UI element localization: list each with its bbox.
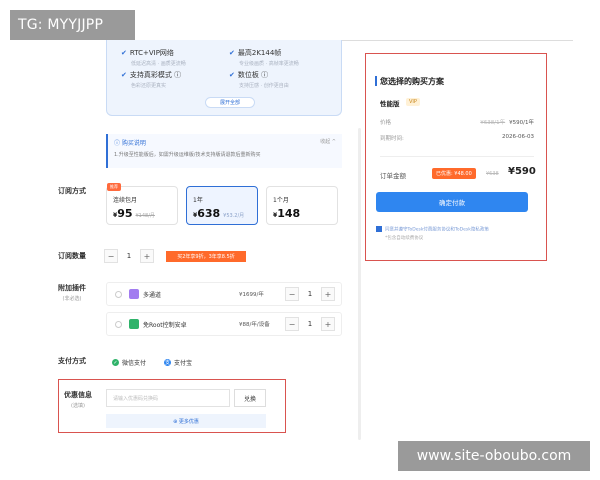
info-icon: ⓘ	[114, 140, 122, 147]
scrollbar[interactable]	[358, 128, 361, 440]
addons-label: 附加插件 (非必选)	[58, 284, 86, 302]
coupon-label: 优惠信息 (选填)	[64, 391, 92, 409]
addon-stepper: − 1 +	[285, 317, 335, 331]
addon-plus-button[interactable]: +	[321, 317, 335, 331]
total-label: 订单金额	[380, 172, 406, 180]
order-summary-panel: 您选择的购买方案 性能版 VIP 价格 ¥638/1年 ¥590/1年 到期时间:…	[365, 53, 547, 261]
agreement[interactable]: 同意并遵守ToDesk付费服务协议和ToDesk隐私政策 *包含自动续费协议	[376, 226, 532, 243]
expand-all-button[interactable]: 展开全部	[205, 97, 255, 108]
total-old-price: ¥638	[486, 171, 499, 177]
purchase-note: ⓘ 购买说明 1.升级至性能版后，如需升级运维版/技术支持版请退款后重新购买 收…	[106, 134, 342, 168]
total-price: ¥590	[508, 166, 536, 177]
payment-label: 支付方式	[58, 357, 86, 365]
pay-option-alipay[interactable]: 支支付宝	[164, 358, 192, 367]
saved-badge: 已优惠: ¥48.00	[432, 168, 476, 179]
coupon-input[interactable]: 请输入优惠码兑换码	[106, 389, 230, 407]
agreement-checkbox[interactable]	[376, 226, 382, 232]
watermark-top: TG: MYYJJPP	[10, 10, 135, 40]
plan-card-monthly[interactable]: 1个月 ¥148	[266, 186, 338, 225]
wechat-icon: ✓	[112, 359, 119, 366]
plan-card-yearly[interactable]: 1年 ¥638 ¥53.2/月	[186, 186, 258, 225]
redeem-button[interactable]: 兑换	[234, 389, 266, 407]
check-icon: ✔	[121, 49, 127, 57]
vip-badge: VIP	[406, 98, 420, 106]
quantity-stepper: − 1 +	[104, 249, 154, 263]
alipay-icon: 支	[164, 359, 171, 366]
addon-minus-button[interactable]: −	[285, 317, 299, 331]
discount-badge: 买2年享9折，3年享8.5折	[166, 251, 246, 262]
edition-name: 性能版	[380, 100, 400, 108]
subscription-label: 订阅方式	[58, 187, 86, 195]
confirm-pay-button[interactable]: 确定付款	[376, 192, 528, 212]
android-icon	[129, 319, 139, 329]
addon-minus-button[interactable]: −	[285, 287, 299, 301]
feature-item: ✔ 数位板 ⓘ 支持压感 · 创作更自由	[229, 71, 289, 89]
check-icon: ✔	[229, 71, 235, 79]
quantity-value[interactable]: 1	[118, 252, 140, 260]
collapse-button[interactable]: 收起 ^	[320, 138, 336, 145]
feature-item: ✔ 支持真彩模式 ⓘ 色彩还原更真实	[121, 71, 182, 89]
feature-item: ✔ 最高2K144帧 专业级画质 · 高帧率更流畅	[229, 49, 299, 67]
quantity-minus-button[interactable]: −	[104, 249, 118, 263]
addon-checkbox[interactable]	[115, 321, 122, 328]
recommend-badge: 推荐	[107, 183, 121, 191]
addon-row-android-control: 免Root控制安卓 ¥88/年/设备 − 1 +	[106, 312, 342, 336]
summary-title: 您选择的购买方案	[380, 77, 444, 86]
addon-stepper: − 1 +	[285, 287, 335, 301]
check-icon: ✔	[121, 71, 127, 79]
more-offers-button[interactable]: ⊕ 更多优惠	[106, 414, 266, 428]
expire-row: 到期时间: 2026-06-03	[380, 134, 534, 142]
pay-option-wechat[interactable]: ✓ 微信支付	[112, 358, 146, 367]
addon-plus-button[interactable]: +	[321, 287, 335, 301]
addon-row-multichannel: 多通道 ¥1699/年 − 1 +	[106, 282, 342, 306]
check-icon: ✔	[229, 49, 235, 57]
quantity-plus-button[interactable]: +	[140, 249, 154, 263]
plan-card-monthly-auto[interactable]: 推荐 连续包月 ¥95 ¥148/月	[106, 183, 178, 225]
title-accent	[375, 76, 377, 86]
addon-qty[interactable]: 1	[299, 320, 321, 328]
multichannel-icon	[129, 289, 139, 299]
watermark-bottom: www.site-oboubo.com	[398, 441, 590, 471]
feature-panel: ✔ RTC+VIP网络 低延迟高清 · 画质更流畅 ✔ 最高2K144帧 专业级画质…	[106, 40, 342, 116]
addon-checkbox[interactable]	[115, 291, 122, 298]
quantity-label: 订阅数量	[58, 252, 86, 260]
summary-divider	[380, 156, 534, 157]
price-row: 价格 ¥638/1年 ¥590/1年	[380, 120, 534, 126]
feature-item: ✔ RTC+VIP网络 低延迟高清 · 画质更流畅	[121, 49, 186, 67]
addon-qty[interactable]: 1	[299, 290, 321, 298]
